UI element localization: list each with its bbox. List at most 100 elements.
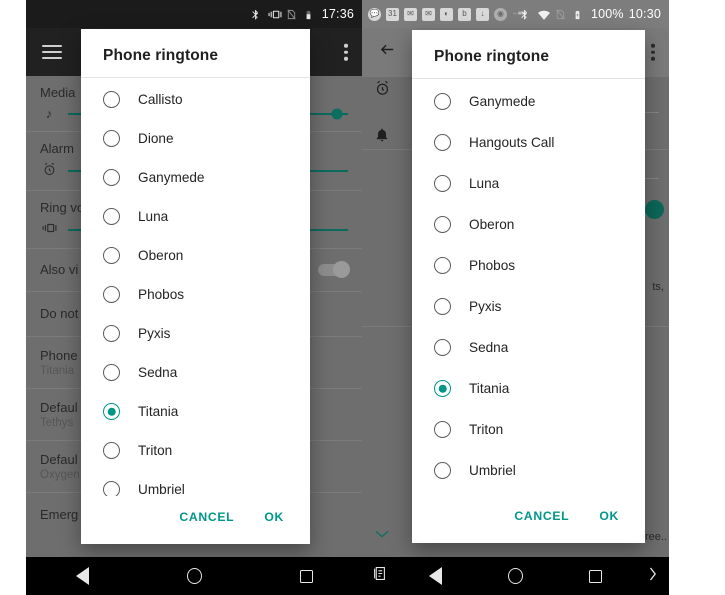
music-note-icon: ♪	[45, 106, 53, 121]
ringtone-option-oberon[interactable]: Oberon	[81, 236, 310, 275]
radio-button[interactable]	[434, 421, 451, 438]
ringtone-option-label: Sedna	[469, 340, 509, 355]
left-ringtone-option-list[interactable]: Callisto Dione Ganymede Luna Oberon Phob…	[81, 78, 310, 496]
left-status-time: 17:36	[321, 7, 354, 21]
radio-button[interactable]	[434, 175, 451, 192]
also-vibrate-toggle[interactable]	[318, 261, 350, 278]
battery-percent-label: 100%	[590, 7, 624, 21]
chevron-down-icon[interactable]	[374, 526, 390, 543]
radio-button[interactable]	[434, 257, 451, 274]
ringtone-option-oberon[interactable]: Oberon	[412, 204, 645, 245]
radio-button[interactable]	[103, 130, 120, 147]
back-arrow-icon[interactable]	[378, 41, 397, 63]
radio-button[interactable]	[434, 134, 451, 151]
back-triangle-icon	[429, 567, 443, 585]
radio-button[interactable]	[434, 93, 451, 110]
radio-button[interactable]	[103, 91, 120, 108]
nav-menu-button[interactable]	[362, 566, 396, 586]
right-ringtone-option-list[interactable]: Ganymede Hangouts Call Luna Oberon Phobo…	[412, 79, 645, 495]
radio-button[interactable]	[434, 298, 451, 315]
recents-square-icon	[299, 569, 313, 583]
ringtone-option-triton[interactable]: Triton	[81, 431, 310, 470]
right-status-time: 10:30	[628, 7, 661, 21]
overflow-menu-icon[interactable]	[344, 41, 348, 64]
ringtone-option-luna[interactable]: Luna	[412, 163, 645, 204]
ringtone-option-titania[interactable]: Titania	[412, 368, 645, 409]
ok-button[interactable]: OK	[597, 505, 621, 527]
cancel-button[interactable]: CANCEL	[177, 506, 236, 528]
nav-recents-button[interactable]	[250, 569, 362, 583]
download-icon: ↓	[476, 7, 489, 21]
battery-icon	[304, 8, 317, 21]
ringtone-option-pyxis[interactable]: Pyxis	[412, 286, 645, 327]
bluetooth-icon	[519, 8, 532, 21]
nav-back-button[interactable]	[396, 567, 476, 585]
ringtone-option-sedna[interactable]: Sedna	[412, 327, 645, 368]
home-circle-icon	[508, 568, 523, 584]
ringtone-option-label: Umbriel	[138, 482, 185, 496]
b-app-icon: b	[458, 7, 471, 21]
no-sim-icon	[286, 8, 299, 21]
radio-button[interactable]	[103, 364, 120, 381]
no-sim-icon	[555, 8, 568, 21]
ringtone-option-umbriel[interactable]: Umbriel	[81, 470, 310, 496]
radio-button[interactable]	[103, 325, 120, 342]
nav-home-button[interactable]	[138, 568, 250, 584]
right-phone-panel: 💬 31 ✉ ✉ ◐ b ↓ ◉ ⇔■■ 100% 10:30 ts, Scre…	[362, 0, 725, 595]
ringtone-option-label: Luna	[138, 209, 169, 224]
ok-button[interactable]: OK	[262, 506, 286, 528]
gmail-icon: ✉	[404, 7, 417, 21]
ringtone-option-phobos[interactable]: Phobos	[412, 245, 645, 286]
overflow-menu-icon[interactable]	[651, 41, 655, 64]
radio-button[interactable]	[434, 339, 451, 356]
radio-button[interactable]	[103, 247, 120, 264]
ringtone-option-luna[interactable]: Luna	[81, 197, 310, 236]
ringtone-option-pyxis[interactable]: Pyxis	[81, 314, 310, 353]
ringtone-option-triton[interactable]: Triton	[412, 409, 645, 450]
right-ringtone-dialog: Phone ringtone Ganymede Hangouts Call Lu…	[412, 30, 645, 543]
nav-expand-button[interactable]	[635, 566, 669, 587]
ringtone-option-label: Phobos	[138, 287, 185, 302]
ringtone-option-dione[interactable]: Dione	[81, 119, 310, 158]
nav-recents-button[interactable]	[555, 569, 635, 583]
vibrate-icon	[268, 8, 282, 21]
nav-back-button[interactable]	[26, 567, 138, 585]
ringtone-option-label: Oberon	[138, 248, 184, 263]
radio-button[interactable]	[434, 462, 451, 479]
right-status-notification-icons: 💬 31 ✉ ✉ ◐ b ↓ ◉ ⇔■■	[368, 0, 525, 28]
app-icon: ◐	[440, 7, 453, 21]
radio-button[interactable]	[103, 286, 120, 303]
bell-icon	[374, 126, 390, 148]
radio-button[interactable]	[103, 481, 120, 496]
radio-button-selected[interactable]	[103, 403, 120, 420]
radio-button[interactable]	[103, 169, 120, 186]
recents-square-icon	[588, 569, 602, 583]
dialog-title: Phone ringtone	[81, 29, 310, 78]
ringtone-option-callisto[interactable]: Callisto	[81, 80, 310, 119]
chevron-right-icon	[647, 566, 658, 587]
cancel-button[interactable]: CANCEL	[512, 505, 571, 527]
ringtone-option-titania[interactable]: Titania	[81, 392, 310, 431]
left-phone-viewport: 17:36 Media ♪ Alarm Ring vo Also vi Do n…	[26, 0, 362, 595]
radio-button[interactable]	[434, 216, 451, 233]
dual-phone-screenshot: 17:36 Media ♪ Alarm Ring vo Also vi Do n…	[0, 0, 725, 595]
nav-home-button[interactable]	[476, 568, 556, 584]
gmail-icon: ✉	[422, 7, 435, 21]
radio-button[interactable]	[103, 442, 120, 459]
radio-button-selected[interactable]	[434, 380, 451, 397]
left-status-icons	[250, 8, 317, 21]
ringtone-option-sedna[interactable]: Sedna	[81, 353, 310, 392]
ringtone-option-label: Titania	[138, 404, 179, 419]
ringtone-option-ganymede[interactable]: Ganymede	[81, 158, 310, 197]
ringtone-option-phobos[interactable]: Phobos	[81, 275, 310, 314]
ringtone-option-label: Titania	[469, 381, 510, 396]
radio-button[interactable]	[103, 208, 120, 225]
ringtone-option-umbriel[interactable]: Umbriel	[412, 450, 645, 491]
alarm-clock-icon	[374, 80, 391, 102]
hangouts-icon: 💬	[368, 7, 381, 21]
hamburger-menu-icon[interactable]	[42, 41, 62, 63]
slider-knob[interactable]	[331, 108, 343, 119]
ringtone-option-ganymede[interactable]: Ganymede	[412, 81, 645, 122]
bluetooth-icon	[250, 8, 263, 21]
ringtone-option-hangouts-call[interactable]: Hangouts Call	[412, 122, 645, 163]
